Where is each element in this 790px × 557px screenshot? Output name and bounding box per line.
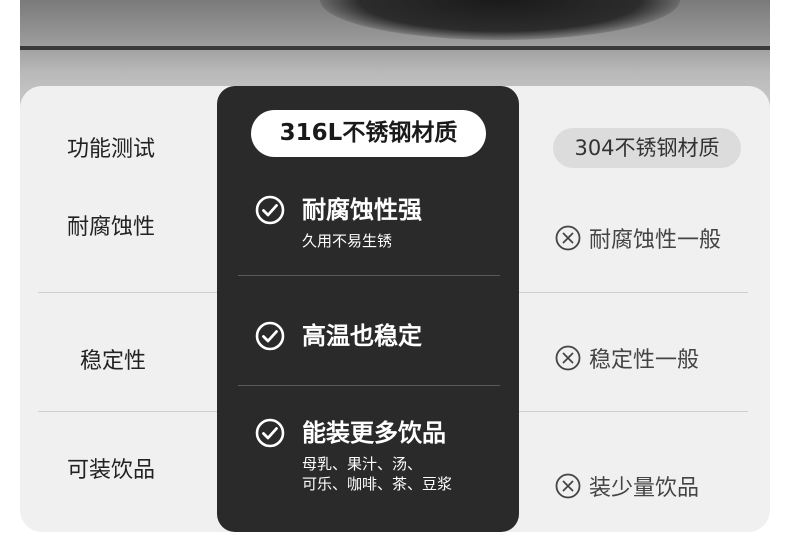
x-circle-icon: [555, 225, 581, 251]
feature-drinks-sub-line-1: 母乳、果汁、汤、: [302, 455, 423, 473]
x-circle-icon: [555, 345, 581, 371]
right-item-stability-text: 稳定性一般: [589, 348, 700, 373]
bottle-base-shadow: [320, 0, 680, 40]
x-circle-icon: [555, 473, 581, 499]
stone-edge: [20, 46, 770, 50]
row-label-stability: 稳定性: [80, 349, 147, 374]
feature-drinks: 能装更多饮品 母乳、果汁、汤、 可乐、咖啡、茶、豆浆: [255, 418, 452, 494]
row-divider-left-1: [38, 292, 218, 293]
row-divider-left-2: [38, 411, 218, 412]
right-item-corrosion-text: 耐腐蚀性一般: [589, 228, 722, 253]
right-item-corrosion: 耐腐蚀性一般: [555, 222, 721, 254]
material-304-tag: 304不锈钢材质: [553, 128, 741, 168]
feature-drinks-title: 能装更多饮品: [302, 419, 446, 447]
right-item-drinks: 装少量饮品: [555, 470, 699, 502]
feature-corrosion: 耐腐蚀性强 久用不易生锈: [255, 195, 422, 251]
card-divider-2: [238, 385, 500, 386]
feature-drinks-sub-line-2: 可乐、咖啡、茶、豆浆: [302, 475, 453, 493]
feature-stability: 高温也稳定: [255, 321, 422, 351]
check-circle-icon: [255, 195, 285, 225]
right-item-stability: 稳定性一般: [555, 342, 699, 374]
row-label-corrosion: 耐腐蚀性: [67, 215, 156, 240]
card-divider-1: [238, 275, 500, 276]
header-label: 功能测试: [67, 137, 156, 162]
row-divider-right-2: [519, 411, 748, 412]
row-label-drinks: 可装饮品: [67, 458, 156, 483]
feature-stability-title: 高温也稳定: [302, 322, 422, 350]
row-divider-right-1: [519, 292, 748, 293]
right-item-drinks-text: 装少量饮品: [589, 476, 700, 501]
material-316l-tag: 316L不锈钢材质: [251, 110, 486, 157]
check-circle-icon: [255, 418, 285, 448]
check-circle-icon: [255, 321, 285, 351]
feature-corrosion-title: 耐腐蚀性强: [302, 196, 422, 224]
feature-corrosion-sub: 久用不易生锈: [302, 232, 393, 250]
